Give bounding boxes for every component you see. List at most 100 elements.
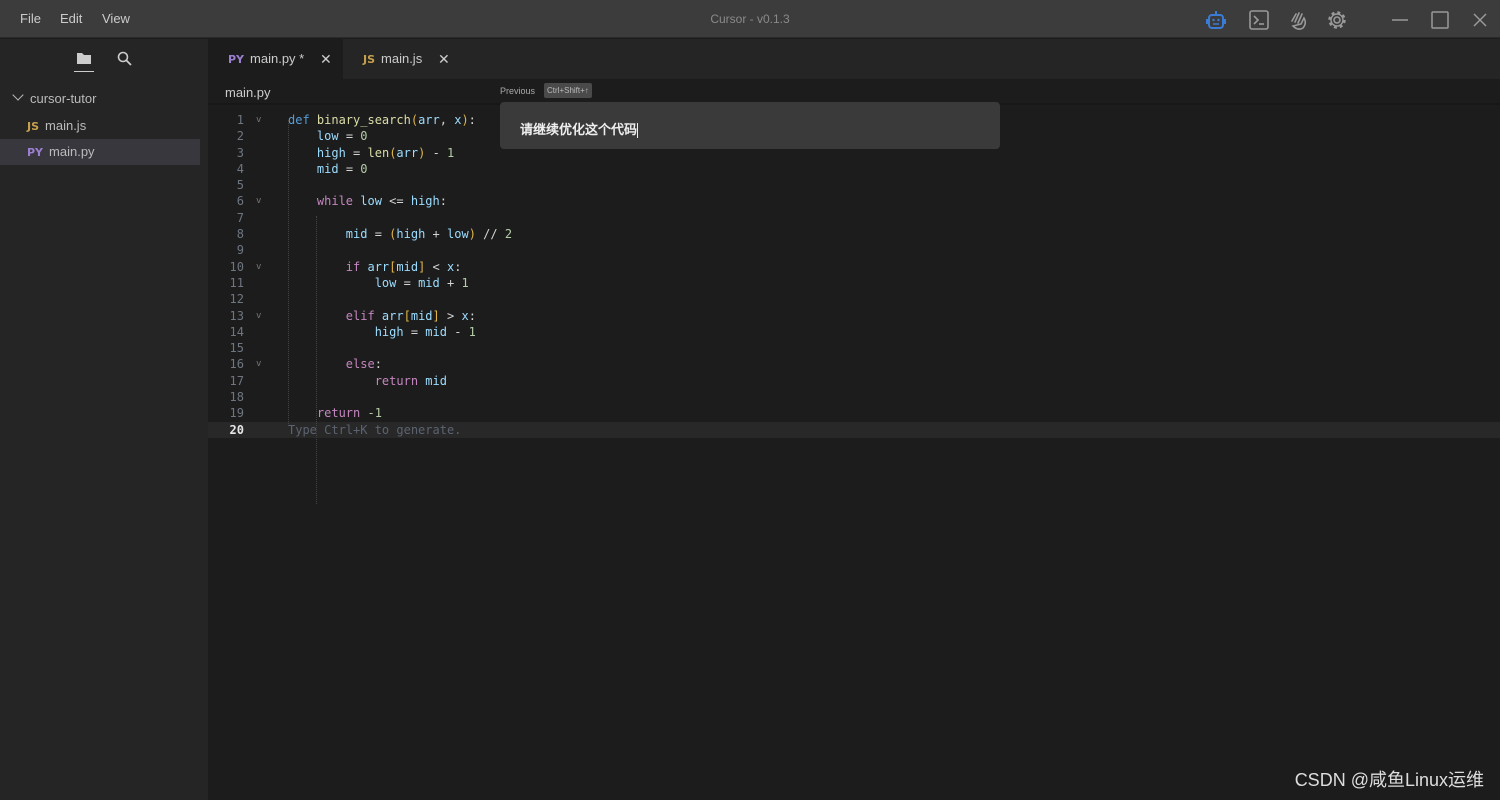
code-token: binary_search — [316, 113, 411, 127]
line-number: 8 — [236, 227, 244, 242]
code-token: : — [439, 194, 447, 209]
fold-chevron-icon[interactable]: v — [256, 356, 261, 372]
code-line[interactable]: 20 Type Ctrl+K to generate. — [208, 421, 1500, 438]
gear-icon[interactable] — [1326, 9, 1348, 31]
code-line[interactable]: 4 mid = 0 — [208, 161, 1500, 177]
code-text: return -1 — [288, 405, 382, 421]
code-token: arr — [367, 259, 390, 274]
fold-chevron-icon[interactable]: v — [256, 308, 261, 324]
previous-label[interactable]: Previous — [500, 86, 535, 96]
code-token: def — [288, 113, 317, 127]
code-token: 1 — [461, 275, 469, 290]
code-token: elif — [345, 308, 382, 323]
code-line[interactable]: 7 — [208, 210, 1500, 226]
shortcut-hint: Ctrl+Shift+↑ — [544, 83, 592, 98]
code-text: def binary_search(arr, x): — [288, 112, 476, 128]
indent-guide — [288, 120, 289, 424]
code-token: if — [345, 259, 368, 274]
code-line[interactable]: 16 v else: — [208, 356, 1500, 372]
code-token: else — [345, 357, 375, 372]
code-text: return mid — [288, 373, 447, 389]
code-line[interactable]: 13 v elif arr[mid] > x: — [208, 308, 1500, 324]
fold-chevron-icon[interactable]: v — [256, 259, 261, 275]
file-main-py[interactable]: PY main.py — [0, 139, 200, 165]
code-line[interactable]: 12 — [208, 291, 1500, 307]
line-number: 17 — [229, 373, 244, 388]
code-token: , — [439, 113, 455, 127]
file-name: main.py — [49, 144, 95, 159]
code-token: 0 — [360, 161, 368, 176]
code-line[interactable]: 9 — [208, 242, 1500, 258]
tab-label: main.py * — [250, 51, 305, 66]
code-token: 1 — [447, 145, 455, 160]
close-icon[interactable] — [1469, 9, 1491, 31]
code-token: < — [425, 259, 448, 274]
line-number: 20 — [229, 422, 244, 437]
code-token: return — [374, 373, 426, 388]
tab-main-py[interactable]: PY main.py * ✕ — [208, 39, 343, 79]
watermark: CSDN @咸鱼Linux运维 — [1294, 770, 1484, 790]
code-line[interactable]: 5 — [208, 177, 1500, 193]
minimize-icon[interactable] — [1389, 9, 1411, 31]
file-main-js[interactable]: JS main.js — [0, 113, 200, 139]
code-line[interactable]: 19 return -1 — [208, 405, 1500, 421]
prompt-input[interactable]: 请继续优化这个代码 — [500, 102, 1000, 149]
line-number: 13 — [229, 308, 244, 323]
terminal-icon[interactable] — [1248, 9, 1270, 31]
py-file-icon: PY — [27, 146, 44, 159]
code-token: : — [454, 259, 462, 274]
code-token: high — [316, 145, 346, 160]
code-token: mid — [316, 161, 339, 176]
fold-chevron-icon[interactable]: v — [256, 193, 261, 209]
folder-icon[interactable] — [76, 51, 92, 65]
js-file-icon: JS — [363, 53, 376, 66]
robot-icon[interactable] — [1205, 9, 1227, 31]
close-tab-icon[interactable]: ✕ — [438, 39, 450, 79]
folder-cursor-tutor[interactable]: cursor-tutor — [0, 86, 200, 112]
code-token: = — [403, 324, 426, 339]
line-number: 11 — [229, 275, 244, 290]
code-text: high = len(arr) - 1 — [288, 145, 454, 161]
breadcrumb[interactable]: main.py — [225, 85, 271, 100]
code-line[interactable]: 10 v if arr[mid] < x: — [208, 259, 1500, 275]
code-editor[interactable]: 1 v def binary_search(arr, x): 2 low = 03 h… — [208, 112, 1500, 504]
code-token: - — [425, 145, 448, 160]
code-line[interactable]: 6v while low <= high: — [208, 193, 1500, 209]
active-indicator — [74, 71, 94, 72]
code-line[interactable]: 14 high = mid - 1 — [208, 324, 1500, 340]
code-line[interactable]: 8 mid = (high + low) // 2 — [208, 226, 1500, 242]
close-tab-icon[interactable]: ✕ — [320, 39, 332, 79]
code-token: 0 — [360, 129, 368, 144]
code-token: low — [360, 194, 382, 209]
code-token: high — [410, 194, 440, 209]
code-line[interactable]: 11 low = mid + 1 — [208, 275, 1500, 291]
code-line[interactable]: 17 return mid — [208, 373, 1500, 389]
code-token: mid — [396, 259, 419, 274]
code-token: Type Ctrl+K to generate. — [288, 422, 462, 437]
code-token: mid — [345, 227, 368, 242]
indent-guide — [316, 216, 317, 504]
code-token: low — [447, 227, 469, 242]
code-line[interactable]: 15 — [208, 340, 1500, 356]
code-token: arr — [381, 308, 404, 323]
code-line[interactable]: 18 — [208, 389, 1500, 405]
fold-chevron-icon[interactable]: v — [256, 112, 261, 128]
code-token: = — [367, 227, 390, 242]
folder-name: cursor-tutor — [30, 91, 97, 106]
hand-wave-icon[interactable] — [1287, 9, 1309, 31]
maximize-icon[interactable] — [1429, 9, 1451, 31]
line-number: 5 — [236, 178, 244, 193]
search-icon[interactable] — [117, 51, 132, 66]
code-token: -1 — [367, 406, 382, 421]
code-token: len — [367, 145, 390, 160]
code-token: = — [338, 129, 361, 144]
code-text: while low <= high: — [288, 193, 447, 209]
chevron-down-icon — [12, 89, 24, 101]
code-token: ] — [432, 308, 440, 323]
tab-main-js[interactable]: JS main.js ✕ — [343, 39, 463, 79]
code-token: while — [316, 194, 361, 209]
